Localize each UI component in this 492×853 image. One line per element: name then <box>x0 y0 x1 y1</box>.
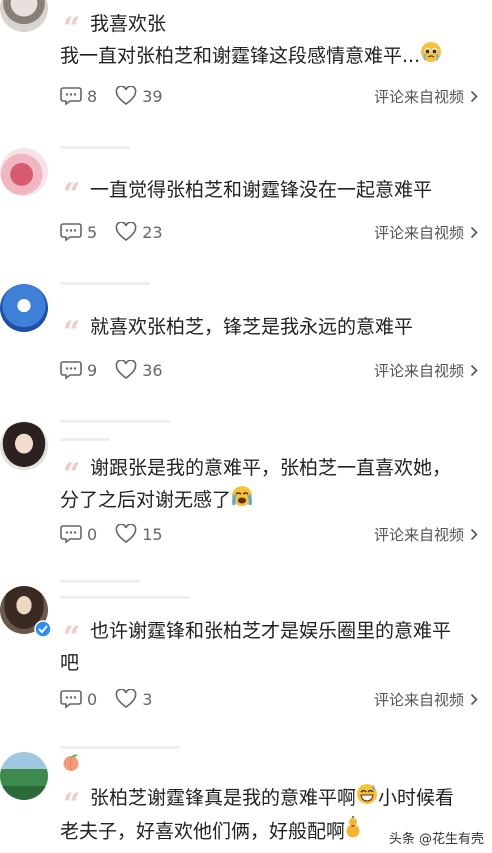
avatar[interactable] <box>0 284 48 332</box>
heart-icon <box>115 360 137 379</box>
heart-icon <box>115 222 137 241</box>
peach-emoji-icon <box>63 754 79 771</box>
crying-face-emoji <box>231 485 253 517</box>
like-button[interactable]: 36 <box>115 360 163 380</box>
source-label: 评论来自视频 <box>373 88 464 106</box>
comment-line: 分了之后对谢无感了 <box>60 484 451 517</box>
source-link[interactable]: 评论来自视频 <box>374 222 478 243</box>
like-button[interactable]: 3 <box>115 689 152 709</box>
reply-button[interactable]: 0 <box>60 524 97 544</box>
reply-button[interactable]: 8 <box>60 86 97 106</box>
like-count: 15 <box>142 524 163 544</box>
avatar[interactable] <box>0 0 48 32</box>
comment-actions: 9 36 <box>60 358 181 382</box>
comment-line: 张柏芝谢霆锋真是我的意难平啊 小时候看 <box>90 782 454 815</box>
grinning-sweat-emoji <box>356 783 378 815</box>
source-link[interactable]: 评论来自视频 <box>374 86 478 107</box>
like-button[interactable]: 23 <box>115 222 163 242</box>
like-button[interactable]: 39 <box>115 86 163 106</box>
heart-icon <box>115 524 137 543</box>
reply-count: 0 <box>87 524 98 544</box>
comment-line: 一直觉得张柏芝和谢霆锋没在一起意难平 <box>90 179 433 201</box>
reply-button[interactable]: 0 <box>60 689 97 709</box>
avatar[interactable] <box>0 422 48 470</box>
comment-line: 吧 <box>60 652 80 674</box>
source-label: 评论来自视频 <box>373 224 464 242</box>
comment-line: 就喜欢张柏芝，锋芝是我永远的意难平 <box>90 316 414 338</box>
comment-line: 我喜欢张 <box>90 13 167 35</box>
source-link[interactable]: 评论来自视频 <box>374 689 478 710</box>
comment-actions: 0 15 <box>60 522 181 546</box>
comment-icon <box>60 690 82 709</box>
comment-text: 也许谢霆锋和张柏芝才是娱乐圈里的意难平 吧 <box>60 615 452 679</box>
chevron-right-icon <box>470 90 478 103</box>
comment-line: 谢跟张是我的意难平，张柏芝一直喜欢她， <box>90 457 452 479</box>
comment-line: 我一直对张柏芝和谢霆锋这段感情意难平... <box>60 40 442 73</box>
comment-text: 我喜欢张 我一直对张柏芝和谢霆锋这段感情意难平... <box>60 8 442 73</box>
gourd-emoji <box>345 815 361 849</box>
heart-icon <box>115 86 137 105</box>
source-link[interactable]: 评论来自视频 <box>374 524 478 545</box>
reply-button[interactable]: 9 <box>60 360 97 380</box>
quote-mark-icon: “ <box>63 315 81 350</box>
chevron-right-icon <box>470 364 478 377</box>
reply-button[interactable]: 5 <box>60 222 97 242</box>
source-label: 评论来自视频 <box>373 526 464 544</box>
comment-icon <box>60 525 82 544</box>
comment-text: 就喜欢张柏芝，锋芝是我永远的意难平 <box>90 311 413 343</box>
chevron-right-icon <box>470 528 478 541</box>
avatar[interactable] <box>0 752 48 800</box>
comment-text: 一直觉得张柏芝和谢霆锋没在一起意难平 <box>90 174 432 206</box>
reply-count: 0 <box>87 689 98 709</box>
verified-badge-icon <box>34 620 52 638</box>
comment-icon <box>60 361 82 380</box>
heart-icon <box>115 689 137 708</box>
source-label: 评论来自视频 <box>373 691 464 709</box>
like-count: 36 <box>142 360 163 380</box>
watermark: 头条 @花生有壳 <box>388 832 484 847</box>
like-count: 39 <box>142 86 163 106</box>
reply-count: 9 <box>87 360 98 380</box>
chevron-right-icon <box>470 226 478 239</box>
pleading-face-emoji <box>420 41 442 73</box>
source-label: 评论来自视频 <box>373 362 464 380</box>
comment-actions: 5 23 <box>60 220 181 244</box>
comment-icon <box>60 223 82 242</box>
comment-actions: 8 39 <box>60 84 181 108</box>
comment-actions: 0 3 <box>60 687 170 711</box>
reply-count: 8 <box>87 86 98 106</box>
like-count: 3 <box>142 689 153 709</box>
like-count: 23 <box>142 222 163 242</box>
quote-mark-icon: “ <box>63 177 81 212</box>
chevron-right-icon <box>470 693 478 706</box>
avatar[interactable] <box>0 148 48 196</box>
comment-text: 谢跟张是我的意难平，张柏芝一直喜欢她， 分了之后对谢无感了 <box>60 452 452 517</box>
source-link[interactable]: 评论来自视频 <box>374 360 478 381</box>
comment-icon <box>60 87 82 106</box>
comment-line: 也许谢霆锋和张柏芝才是娱乐圈里的意难平 <box>90 620 452 642</box>
reply-count: 5 <box>87 222 98 242</box>
like-button[interactable]: 15 <box>115 524 163 544</box>
